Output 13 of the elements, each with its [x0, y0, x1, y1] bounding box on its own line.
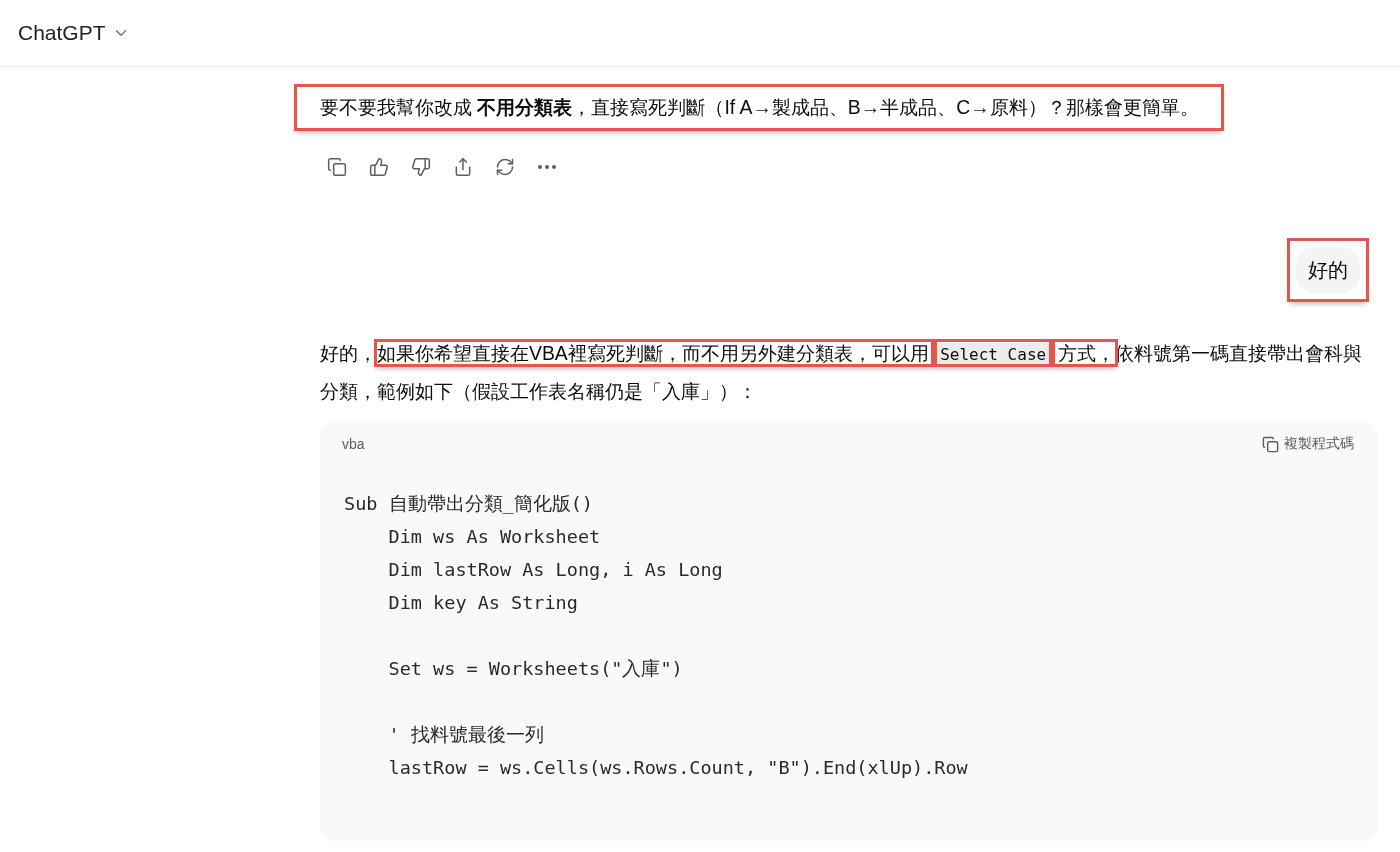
thumbs-up-icon [369, 157, 389, 177]
copy-icon [327, 157, 347, 177]
assistant-message: 要不要我幫你改成 不用分類表，直接寫死判斷（If A→製成品、B→半成品、C→原料）？那樣會更簡單。 [297, 87, 1221, 128]
copy-code-button[interactable]: 複製程式碼 [1262, 435, 1354, 453]
code-language: vba [342, 436, 365, 452]
app-title[interactable]: ChatGPT [18, 21, 106, 45]
share-icon [453, 157, 473, 177]
regenerate-icon [495, 157, 515, 177]
code-text: Sub 自動帶出分類_簡化版() Dim ws As Worksheet Dim lastRow As Long, i As Long Dim key As String Set ws = Worksheets("入庫") ' 找料號最後一列 lastRow = ws.Cells(ws.Rows.Count, "B").End(xlUp).Row [344, 492, 969, 780]
copy-icon [1262, 435, 1279, 453]
user-message: 好的 [1296, 247, 1360, 293]
more-icon [538, 165, 556, 169]
thumbs-down-icon [411, 157, 431, 177]
